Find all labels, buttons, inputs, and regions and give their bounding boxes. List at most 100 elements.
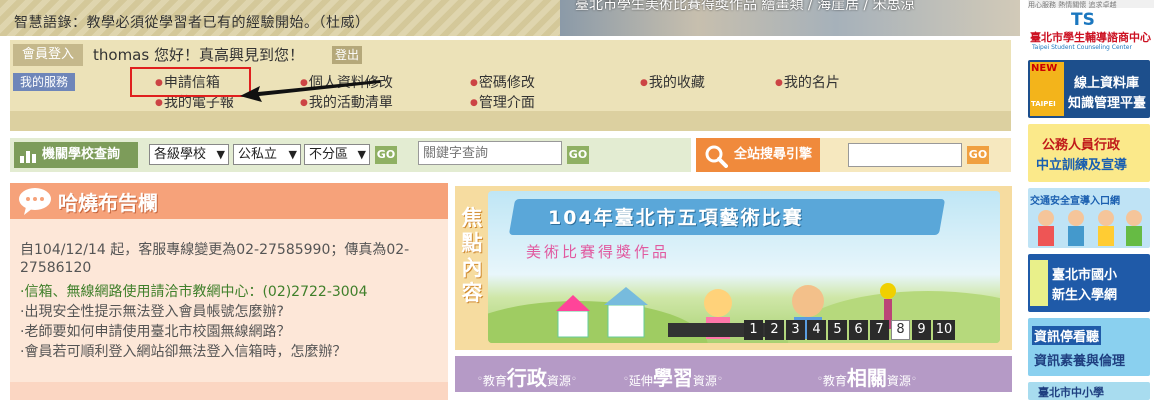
banner-line1: 公務人員行政 bbox=[1042, 138, 1121, 153]
focus-banner-subtitle: 美術比賽得獎作品 bbox=[526, 243, 671, 261]
page-button[interactable]: 10 bbox=[933, 320, 955, 340]
info-literacy-banner[interactable]: 資訊停看聽 資訊素養與倫理 bbox=[1028, 318, 1150, 376]
banner-line2: 新生入學網 bbox=[1052, 288, 1118, 303]
focus-pager: 1 2 3 4 5 6 7 8 9 10 bbox=[744, 320, 955, 340]
logo-english-name: Taipei Student Counseling Center bbox=[1032, 44, 1132, 51]
banner-line2: 資訊素養與倫理 bbox=[1034, 354, 1126, 369]
speech-bubble-icon bbox=[19, 188, 51, 215]
page-button[interactable]: 3 bbox=[786, 320, 805, 340]
logout-button[interactable]: 登出 bbox=[332, 46, 362, 64]
banner-line1: 交通安全宣導入口網 bbox=[1030, 196, 1120, 207]
banner-line1: 臺北市中小學 bbox=[1038, 386, 1104, 399]
res-prefix: 教育 bbox=[482, 374, 507, 388]
counseling-center-logo[interactable]: TS 臺北市學生輔導諮商中心 Taipei Student Counseling… bbox=[1028, 8, 1154, 54]
bullet-icon: ● bbox=[775, 78, 783, 88]
notice-item[interactable]: ·信箱、無線網路使用請洽市教網中心：(02)2722-3004 bbox=[20, 283, 368, 301]
admin-interface-link[interactable]: ●管理介面 bbox=[470, 92, 535, 112]
greeting-text: thomas 您好！真高興見到您！ bbox=[93, 46, 304, 64]
res-prefix: 延伸 bbox=[628, 374, 653, 388]
site-search-input[interactable] bbox=[848, 143, 962, 167]
bullet-icon: ◦ bbox=[716, 374, 723, 385]
public-private-select[interactable]: 公私立 ▼ bbox=[233, 144, 301, 165]
kid-icon bbox=[1030, 260, 1048, 306]
notice-item[interactable]: ·出現安全性提示無法登入會員帳號怎麼辦? bbox=[20, 303, 284, 321]
link-label: 我的電子報 bbox=[163, 95, 234, 111]
related-resources-link[interactable]: ◦教育相關資源◦ bbox=[817, 362, 917, 391]
focus-label: 焦點內容 bbox=[461, 206, 483, 305]
link-label: 密碼修改 bbox=[478, 75, 535, 91]
school-search-text: 機關學校查詢 bbox=[42, 147, 121, 162]
notice-item[interactable]: 自104/12/14 起，客服專線變更為02-27585990；傳真為02-27… bbox=[20, 241, 440, 277]
site-search-bar: 全站搜尋引擎 GO bbox=[696, 138, 1011, 172]
school-level-select[interactable]: 各級學校 ▼ bbox=[149, 144, 229, 165]
my-service-label: 我的服務 bbox=[13, 73, 75, 91]
page-button[interactable]: 9 bbox=[912, 320, 931, 340]
notice-item[interactable]: ·老師要如何申請使用臺北市校園無線網路？ bbox=[20, 323, 290, 341]
res-keyword: 行政 bbox=[506, 366, 547, 390]
bullet-icon: ● bbox=[155, 98, 163, 108]
link-label: 管理介面 bbox=[478, 95, 535, 111]
change-password-link[interactable]: ●密碼修改 bbox=[470, 72, 535, 92]
keyword-search-input[interactable] bbox=[418, 141, 562, 165]
site-search-text: 全站搜尋引擎 bbox=[734, 147, 813, 162]
bullet-icon: ● bbox=[470, 78, 478, 88]
notice-item[interactable]: ·會員若可順利登入網站卻無法登入信箱時，怎麼辦？ bbox=[20, 343, 346, 361]
page-button[interactable]: 2 bbox=[765, 320, 784, 340]
focus-banner-title: 104年臺北市五項藝術比賽 bbox=[548, 207, 804, 229]
bulletin-title: 哈燒布告欄 bbox=[58, 191, 158, 215]
top-banner: 臺北市學生美術比賽得獎作品 繪畫類 / 海崖居 / 宋思涼 智慧語錄：教學必須從… bbox=[0, 0, 1020, 36]
school-level-value: 各級學校 bbox=[154, 147, 207, 162]
school-search-label: 機關學校查詢 bbox=[14, 142, 138, 168]
bullet-icon: ● bbox=[470, 98, 478, 108]
chart-icon bbox=[20, 151, 36, 163]
traffic-safety-banner[interactable]: 交通安全宣導入口網 bbox=[1028, 188, 1150, 248]
res-suffix: 資源 bbox=[692, 374, 717, 388]
right-sidebar: 用心服務 熱情關懷 追求卓越 TS 臺北市學生輔導諮商中心 Taipei Stu… bbox=[1028, 0, 1154, 400]
civil-servant-neutrality-banner[interactable]: 公務人員行政 中立訓練及宣導 bbox=[1028, 124, 1150, 182]
my-favorites-link[interactable]: ●我的收藏 bbox=[640, 72, 705, 92]
page-button[interactable]: 5 bbox=[828, 320, 847, 340]
site-search-label: 全站搜尋引擎 bbox=[696, 138, 820, 172]
keyword-go-button[interactable]: GO bbox=[567, 146, 589, 164]
highlight-annotation-box bbox=[130, 67, 251, 97]
page-button-active[interactable]: 8 bbox=[891, 320, 910, 340]
logo-mark: TS bbox=[1071, 10, 1095, 30]
res-prefix: 教育 bbox=[822, 374, 847, 388]
banner-caption: 臺北市學生美術比賽得獎作品 繪畫類 / 海崖居 / 宋思涼 bbox=[575, 0, 915, 13]
magnifier-icon bbox=[705, 145, 728, 168]
online-database-banner[interactable]: NEW TAIPEI 線上資料庫 知識管理平臺 bbox=[1028, 60, 1150, 118]
banner-line1: 資訊停看聽 bbox=[1032, 326, 1102, 345]
sidebar-top-slogan: 用心服務 熱情關懷 追求卓越 bbox=[1028, 0, 1154, 8]
banner-line2: 中立訓練及宣導 bbox=[1036, 158, 1128, 173]
new-badge: NEW bbox=[1031, 63, 1058, 74]
member-login-tab[interactable]: 會員登入 bbox=[13, 44, 83, 66]
taipei-badge: TAIPEI bbox=[1031, 100, 1056, 108]
resources-bar: ◦教育行政資源◦ ◦延伸學習資源◦ ◦教育相關資源◦ bbox=[455, 356, 1012, 392]
site-search-go-button[interactable]: GO bbox=[967, 146, 989, 164]
admin-resources-link[interactable]: ◦教育行政資源◦ bbox=[477, 362, 577, 391]
filter-go-button[interactable]: GO bbox=[375, 146, 397, 164]
district-select[interactable]: 不分區 ▼ bbox=[304, 144, 370, 165]
bulletin-footer bbox=[10, 382, 448, 400]
res-keyword: 學習 bbox=[652, 366, 693, 390]
bulletin-board: 哈燒布告欄 自104/12/14 起，客服專線變更為02-27585990；傳真… bbox=[10, 183, 448, 400]
bulletin-header: 哈燒布告欄 bbox=[10, 183, 448, 219]
children-illustration-icon bbox=[1038, 210, 1142, 246]
logo-name: 臺北市學生輔導諮商中心 bbox=[1030, 31, 1151, 44]
junior-school-banner[interactable]: 臺北市中小學 bbox=[1028, 382, 1150, 400]
page-button[interactable]: 7 bbox=[870, 320, 889, 340]
page-button[interactable]: 1 bbox=[744, 320, 763, 340]
res-keyword: 相關 bbox=[846, 366, 887, 390]
public-private-value: 公私立 bbox=[238, 147, 278, 162]
page-button[interactable]: 4 bbox=[807, 320, 826, 340]
school-search-bar: 機關學校查詢 各級學校 ▼ 公私立 ▼ 不分區 ▼ GO GO bbox=[10, 138, 691, 172]
page-button[interactable]: 6 bbox=[849, 320, 868, 340]
dropdown-arrow-icon: ▼ bbox=[357, 148, 366, 161]
res-suffix: 資源 bbox=[886, 374, 911, 388]
res-suffix: 資源 bbox=[546, 374, 571, 388]
learning-resources-link[interactable]: ◦延伸學習資源◦ bbox=[623, 362, 723, 391]
bullet-icon: ◦ bbox=[910, 374, 917, 385]
bullet-icon: ● bbox=[640, 78, 648, 88]
elementary-enrollment-banner[interactable]: 臺北市國小 新生入學網 bbox=[1028, 254, 1150, 312]
my-business-card-link[interactable]: ●我的名片 bbox=[775, 72, 840, 92]
